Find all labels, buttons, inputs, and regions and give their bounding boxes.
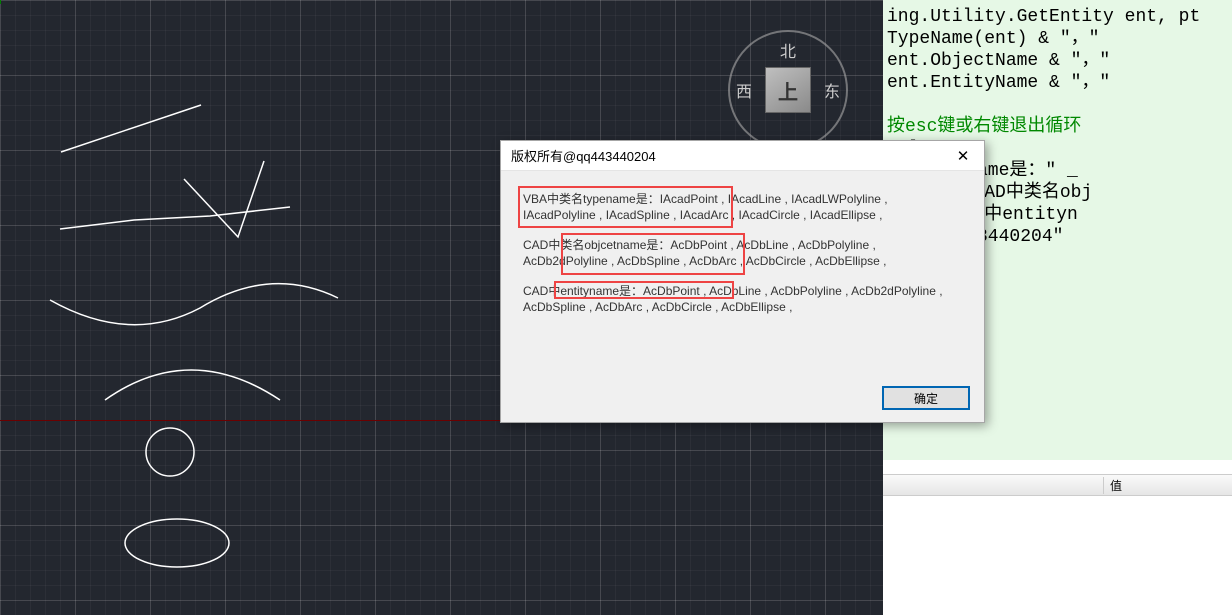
viewcube-face-top[interactable]: 上 bbox=[765, 67, 811, 113]
ellipse-entity bbox=[125, 519, 229, 567]
viewcube-north[interactable]: 北 bbox=[780, 38, 796, 62]
polyline-entity bbox=[184, 161, 264, 237]
watermark: CSDN @yngsqq bbox=[1145, 599, 1226, 611]
viewcube-west[interactable]: 西 bbox=[736, 78, 752, 102]
viewcube[interactable]: 上 北 西 东 bbox=[728, 30, 848, 150]
line-entity bbox=[61, 105, 201, 152]
panel-col-value: 值 bbox=[1103, 477, 1232, 494]
code-line: TypeName(ent) & "，" bbox=[887, 29, 1099, 49]
code-line: ent.EntityName & "，" bbox=[887, 73, 1110, 93]
highlight-box bbox=[518, 186, 733, 228]
close-icon[interactable]: ✕ bbox=[948, 144, 978, 168]
code-comment: 按esc键或右键退出循环 bbox=[887, 117, 1081, 137]
highlight-box bbox=[554, 281, 734, 299]
message-dialog: 版权所有@qq443440204 ✕ VBA中类名typename是：IAcad… bbox=[500, 140, 985, 423]
circle-entity bbox=[146, 428, 194, 476]
code-line: ing.Utility.GetEntity ent, pt bbox=[887, 7, 1200, 27]
viewcube-east[interactable]: 东 bbox=[824, 78, 840, 102]
properties-panel: 值 bbox=[883, 460, 1232, 615]
ok-button[interactable]: 确定 bbox=[882, 386, 970, 410]
dialog-titlebar[interactable]: 版权所有@qq443440204 ✕ bbox=[501, 141, 984, 171]
panel-header: 值 bbox=[883, 474, 1232, 496]
code-line: ent.ObjectName & "，" bbox=[887, 51, 1110, 71]
polyline-entity bbox=[60, 207, 290, 229]
dialog-footer: 确定 bbox=[501, 374, 984, 422]
highlight-box bbox=[561, 233, 745, 275]
arc-entity bbox=[105, 370, 280, 400]
dialog-content: VBA中类名typename是：IAcadPoint , IAcadLine ,… bbox=[501, 171, 984, 374]
dialog-title: 版权所有@qq443440204 bbox=[511, 146, 948, 165]
spline-entity bbox=[50, 284, 338, 325]
